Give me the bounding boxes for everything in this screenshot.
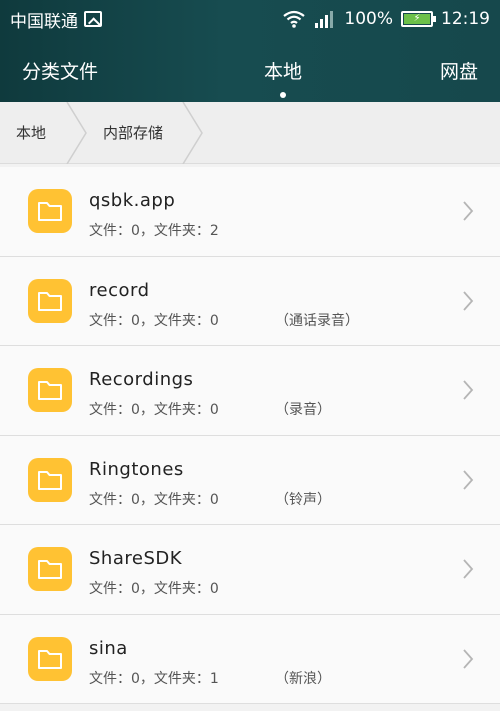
file-meta-line: 文件：0，文件夹：0 （通话录音） [89,310,359,330]
breadcrumb-separator-icon [66,101,87,164]
chevron-right-icon [463,648,474,669]
battery-percent: 100% [344,9,393,29]
list-item-text: Recordings 文件：0，文件夹：0 （录音） [89,369,331,419]
breadcrumb: 本地 内部存储 [0,101,500,164]
chevron-right-icon [463,290,474,311]
folder-icon [28,189,72,233]
file-meta-line: 文件：0，文件夹：0 （录音） [89,399,331,419]
list-item[interactable]: sina 文件：0，文件夹：1 （新浪） [0,614,500,704]
list-item[interactable]: qsbk.app 文件：0，文件夹：2 [0,167,500,257]
tab-categories[interactable]: 分类文件 [22,57,98,84]
list-item-text: Ringtones 文件：0，文件夹：0 （铃声） [89,458,331,509]
image-notification-icon [84,11,102,27]
file-meta: 文件：0，文件夹：0 [89,312,219,329]
tab-bar: 分类文件 本地 网盘 [0,38,500,102]
list-item[interactable]: record 文件：0，文件夹：0 （通话录音） [0,256,500,346]
active-tab-indicator [279,91,286,98]
clock: 12:19 [441,9,490,29]
file-name: sina [89,637,128,659]
folder-icon [28,547,72,591]
file-name: Recordings [89,369,194,390]
app-header: 中国联通 100% ⚡ 12:19 分类文件 本地 网盘 [0,0,500,102]
status-left: 中国联通 [10,7,102,32]
file-meta-line: 文件：0，文件夹：0 （铃声） [89,489,331,509]
file-name: record [89,279,150,301]
list-item-text: qsbk.app 文件：0，文件夹：2 [89,190,219,240]
file-meta-line: 文件：0，文件夹：0 [89,578,219,598]
list-item[interactable]: Ringtones 文件：0，文件夹：0 （铃声） [0,435,500,525]
folder-icon [28,278,72,323]
file-note: （新浪） [275,670,331,687]
file-meta: 文件：0，文件夹：0 [89,491,219,508]
breadcrumb-local[interactable]: 本地 [0,102,66,164]
status-bar: 中国联通 100% ⚡ 12:19 [0,0,500,38]
status-right: 100% ⚡ 12:19 [282,9,490,29]
breadcrumb-internal-storage-label: 内部存储 [103,124,164,142]
wifi-icon [283,10,306,28]
file-name: ShareSDK [89,548,183,569]
file-note: （铃声） [275,491,331,508]
list-item-text: sina 文件：0，文件夹：1 （新浪） [89,637,331,688]
list-item[interactable]: Recordings 文件：0，文件夹：0 （录音） [0,346,500,436]
chevron-right-icon [463,469,474,490]
file-name: Ringtones [89,458,184,480]
breadcrumb-internal-storage[interactable]: 内部存储 [88,102,182,164]
list-item[interactable]: ShareSDK 文件：0，文件夹：0 [0,525,500,615]
file-meta-line: 文件：0，文件夹：2 [89,220,219,240]
list-item-text: ShareSDK 文件：0，文件夹：0 [89,548,219,598]
list-item-text: record 文件：0，文件夹：0 （通话录音） [89,279,359,330]
chevron-right-icon [463,559,474,579]
folder-icon [28,457,72,502]
chevron-right-icon [463,201,474,221]
breadcrumb-local-label: 本地 [16,124,47,142]
file-meta: 文件：0，文件夹：2 [89,223,219,239]
tab-cloud[interactable]: 网盘 [440,57,478,84]
file-meta: 文件：0，文件夹：1 [89,670,219,687]
file-note: （通话录音） [275,312,359,329]
chevron-right-icon [463,380,474,400]
file-meta: 文件：0，文件夹：0 [89,581,219,597]
breadcrumb-separator-icon [182,101,203,164]
folder-icon [28,368,72,412]
battery-charging-icon: ⚡ [404,14,430,24]
tab-categories-label: 分类文件 [22,60,99,83]
battery-icon: ⚡ [401,11,436,27]
tab-local-label: 本地 [263,60,302,83]
carrier-label: 中国联通 [10,11,78,32]
folder-icon [28,636,72,681]
tab-cloud-label: 网盘 [439,60,478,83]
file-name: qsbk.app [89,190,176,211]
tab-local[interactable]: 本地 [263,57,302,98]
file-meta: 文件：0，文件夹：0 [89,402,219,418]
file-meta-line: 文件：0，文件夹：1 （新浪） [89,668,331,688]
signal-icon [315,11,334,28]
file-list: qsbk.app 文件：0，文件夹：2 record 文件：0，文件夹：0 （通… [0,167,500,704]
file-note: （录音） [275,402,331,418]
